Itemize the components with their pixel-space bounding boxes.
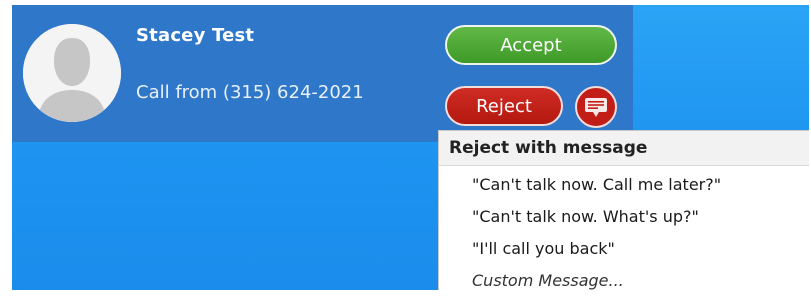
menu-item-custom-message[interactable]: Custom Message... [439,264,809,290]
incoming-call-notification: Stacey Test Call from (315) 624-2021 Acc… [12,5,633,142]
accept-button[interactable]: Accept [445,25,617,65]
menu-item-whats-up[interactable]: "Can't talk now. What's up?" [439,200,809,232]
user-silhouette-icon [23,24,121,122]
menu-item-call-me-later[interactable]: "Can't talk now. Call me later?" [439,168,809,200]
menu-header: Reject with message [439,131,809,166]
menu-item-call-you-back[interactable]: "I'll call you back" [439,232,809,264]
caller-name: Stacey Test [136,25,255,46]
reject-button[interactable]: Reject [445,86,563,126]
reject-with-message-button[interactable] [575,86,617,128]
desktop-background: Stacey Test Call from (315) 624-2021 Acc… [12,5,809,290]
message-bubble-icon [585,98,607,117]
reject-message-menu: Reject with message "Can't talk now. Cal… [438,130,809,290]
caller-number: Call from (315) 624-2021 [136,82,364,103]
avatar [23,24,121,122]
